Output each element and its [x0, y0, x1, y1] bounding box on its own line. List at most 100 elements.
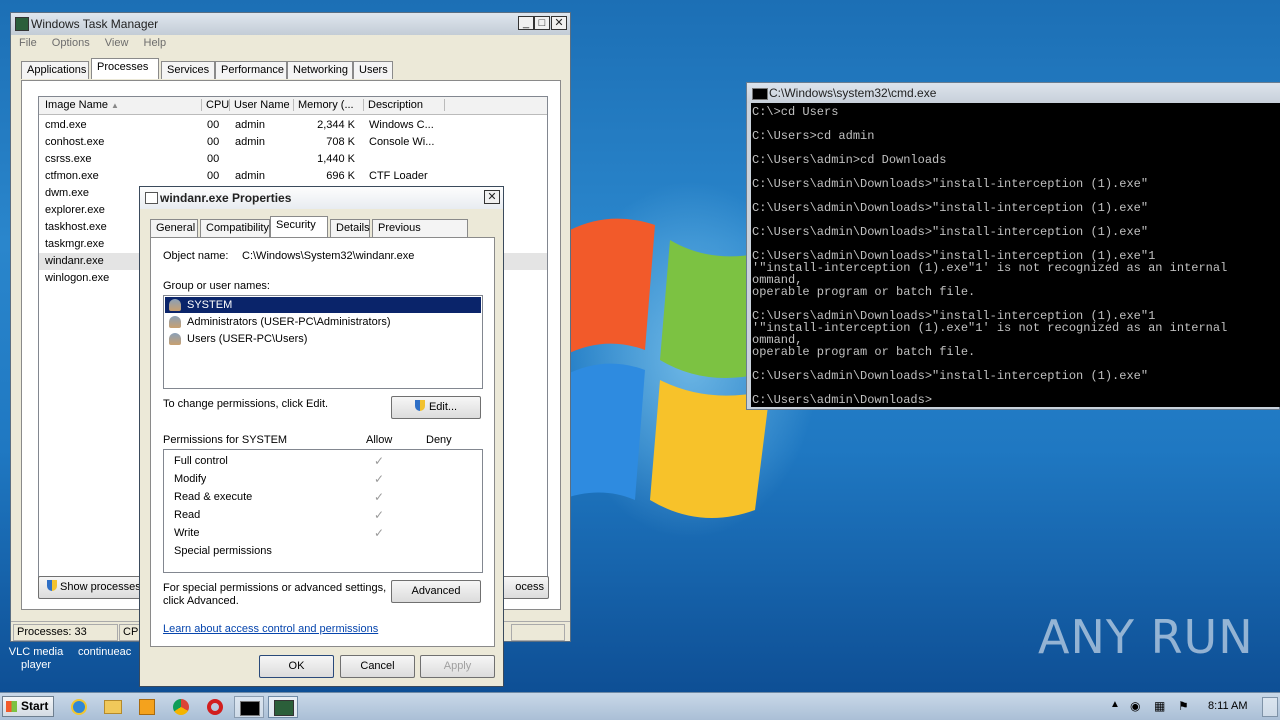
process-cell: conhost.exe [45, 136, 105, 148]
process-cell: Console Wi... [369, 136, 435, 148]
menu-view[interactable]: View [105, 37, 129, 49]
cancel-button[interactable]: Cancel [340, 655, 415, 678]
tray-network-icon[interactable]: ▦ [1154, 699, 1165, 713]
tab-networking[interactable]: Networking [287, 61, 353, 79]
group-item[interactable]: Administrators (USER-PC\Administrators) [165, 314, 481, 330]
sort-ascending-icon: ▲ [111, 101, 119, 110]
tab-services[interactable]: Services [161, 61, 215, 79]
properties-titlebar[interactable]: windanr.exe Properties ✕ [140, 187, 503, 209]
task-manager-title: Windows Task Manager [31, 17, 159, 31]
permission-row: Read & execute ✓ [164, 490, 482, 506]
status-memory [511, 624, 565, 641]
media-player-icon[interactable] [134, 696, 160, 718]
process-row[interactable]: ctfmon.exe 00 admin 696 K CTF Loader [39, 168, 547, 185]
group-name: Users (USER-PC\Users) [187, 333, 308, 345]
object-name-label: Object name: [163, 250, 229, 262]
desktop-icon-continue-label[interactable]: continueac [78, 646, 131, 658]
properties-icon [145, 192, 158, 204]
file-explorer-icon[interactable] [100, 696, 126, 718]
group-item[interactable]: SYSTEM [165, 297, 481, 313]
maximize-button[interactable]: □ [534, 16, 550, 30]
desktop-icon-vlc-label[interactable]: VLC media player [6, 646, 66, 672]
allow-check-icon: ✓ [374, 454, 385, 468]
column-description[interactable]: Description [363, 99, 445, 111]
group-item[interactable]: Users (USER-PC\Users) [165, 331, 481, 347]
tab-details[interactable]: Details [330, 219, 370, 237]
menu-file[interactable]: File [19, 37, 37, 49]
anyrun-watermark: ANY RUN [1038, 610, 1254, 664]
internet-explorer-icon[interactable] [66, 696, 92, 718]
opera-icon[interactable] [202, 696, 228, 718]
process-cell: admin [235, 119, 265, 131]
menu-options[interactable]: Options [52, 37, 90, 49]
apply-button[interactable]: Apply [420, 655, 495, 678]
cmd-title: C:\Windows\system32\cmd.exe [769, 86, 937, 100]
group-label: Group or user names: [163, 280, 270, 292]
menu-help[interactable]: Help [144, 37, 167, 49]
task-manager-titlebar[interactable]: Windows Task Manager _ □ ✕ [11, 13, 570, 35]
tab-compatibility[interactable]: Compatibility [200, 219, 270, 237]
tray-flag-icon[interactable]: ⚑ [1178, 699, 1189, 713]
permission-row: Write ✓ [164, 526, 482, 542]
show-desktop-button[interactable] [1262, 697, 1278, 717]
cmd-taskbar-icon[interactable] [234, 696, 264, 718]
process-row[interactable]: cmd.exe 00 admin 2,344 K Windows C... [39, 117, 547, 134]
end-process-button[interactable]: ocess [501, 576, 549, 599]
close-button[interactable]: ✕ [551, 16, 567, 30]
process-cell: CTF Loader [369, 170, 428, 182]
learn-more-link[interactable]: Learn about access control and permissio… [163, 623, 378, 635]
process-row[interactable]: csrss.exe 00 1,440 K [39, 151, 547, 168]
user-group-icon [169, 299, 181, 311]
status-processes: Processes: 33 [13, 624, 118, 641]
process-cell: 1,440 K [317, 153, 355, 165]
minimize-button[interactable]: _ [518, 16, 534, 30]
process-cell: admin [235, 136, 265, 148]
tab-performance[interactable]: Performance [215, 61, 287, 79]
cmd-line: C:\Users\admin\Downloads>"install-interc… [752, 225, 1149, 239]
process-cell: 2,344 K [317, 119, 355, 131]
tab-processes[interactable]: Processes [91, 58, 159, 79]
edit-button[interactable]: Edit... [391, 396, 481, 419]
permissions-list: Full control ✓ Modify ✓ Read & execute ✓ Read ✓… [163, 449, 483, 573]
column-user-name[interactable]: User Name [229, 99, 294, 111]
chrome-icon[interactable] [168, 696, 194, 718]
permission-row: Read ✓ [164, 508, 482, 524]
cmd-line: operable program or batch file. [752, 285, 976, 299]
menu-bar: File Options View Help [19, 37, 166, 49]
process-cell: csrss.exe [45, 153, 92, 165]
column-memory[interactable]: Memory (... [293, 99, 360, 111]
tray-audio-icon[interactable]: ◉ [1130, 699, 1140, 713]
column-image-name[interactable]: Image Name ▲ [45, 99, 195, 111]
tab-users[interactable]: Users [353, 61, 393, 79]
tab-security[interactable]: Security [270, 216, 328, 237]
tab-applications[interactable]: Applications [21, 61, 89, 79]
allow-header: Allow [366, 434, 393, 446]
process-row[interactable]: conhost.exe 00 admin 708 K Console Wi... [39, 134, 547, 151]
special-permissions-text-1: For special permissions or advanced sett… [163, 582, 387, 594]
user-group-icon [169, 316, 181, 328]
tab-general[interactable]: General [150, 219, 198, 237]
cmd-line: C:\Users>cd admin [752, 129, 875, 143]
advanced-button[interactable]: Advanced [391, 580, 481, 603]
uac-shield-icon [47, 580, 57, 591]
object-name-value: C:\Windows\System32\windanr.exe [242, 250, 415, 262]
process-cell: admin [235, 170, 265, 182]
clock[interactable]: 8:11 AM [1208, 700, 1248, 712]
properties-close-button[interactable]: ✕ [484, 190, 500, 204]
cmd-icon [752, 88, 768, 100]
cmd-titlebar[interactable]: C:\Windows\system32\cmd.exe [747, 83, 1280, 103]
cmd-console[interactable]: C:\>cd Users C:\Users>cd admin C:\Users\ad… [751, 103, 1280, 407]
process-cell: 00 [207, 153, 220, 165]
start-button[interactable]: Start [2, 696, 54, 717]
ok-button[interactable]: OK [259, 655, 334, 678]
process-cell: 00 [207, 170, 220, 182]
show-hidden-icons[interactable]: ▲ [1110, 699, 1120, 710]
deny-header: Deny [426, 434, 452, 446]
tab-previous-versions[interactable]: Previous Versions [372, 219, 468, 251]
task-manager-taskbar-icon[interactable] [268, 696, 298, 718]
show-processes-all-users-button[interactable]: Show processes [38, 576, 142, 599]
allow-check-icon: ✓ [374, 472, 385, 486]
edit-label: Edit... [428, 401, 458, 413]
process-cell: cmd.exe [45, 119, 87, 131]
cmd-output: C:\>cd Users C:\Users>cd admin C:\Users\ad… [752, 106, 1227, 406]
